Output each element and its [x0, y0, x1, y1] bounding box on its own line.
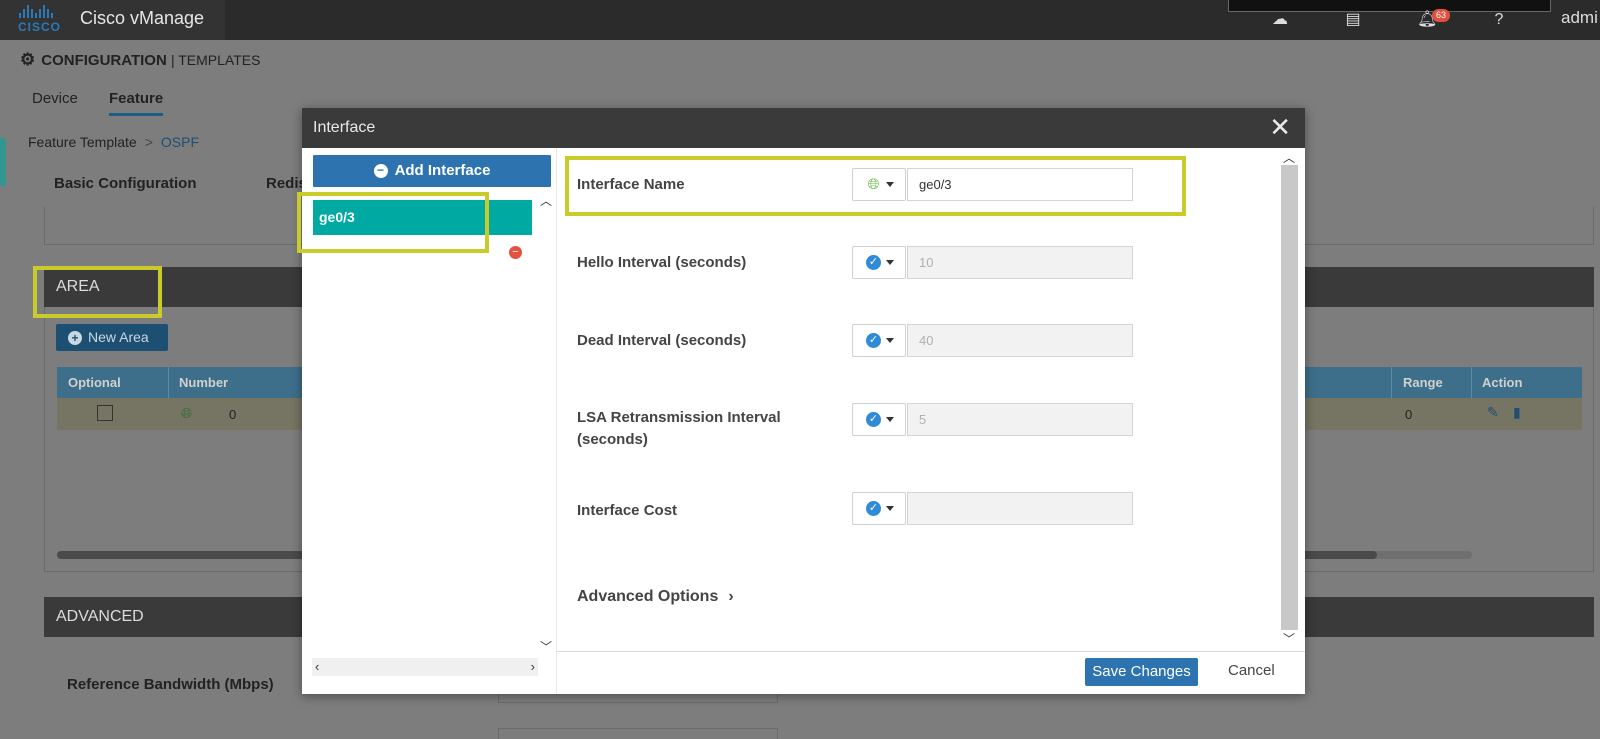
- save-changes-button[interactable]: Save Changes: [1085, 658, 1198, 686]
- clipboard-icon[interactable]: ▤: [1344, 11, 1362, 29]
- subtab-basic-configuration[interactable]: Basic Configuration: [54, 175, 197, 192]
- cancel-button[interactable]: Cancel: [1228, 662, 1275, 679]
- interface-form: Interface Name 🌐︎ ge0/3 Hello Interval (…: [557, 148, 1278, 651]
- column-action: Action: [1482, 375, 1523, 390]
- breadcrumb: Feature Template > OSPF: [28, 134, 200, 150]
- lsa-retransmission-label: LSA Retransmission Interval (seconds): [577, 409, 781, 448]
- tab-device[interactable]: Device: [32, 90, 78, 107]
- caret-down-icon: [886, 260, 894, 265]
- scroll-left-icon[interactable]: ‹: [315, 659, 319, 674]
- dead-interval-scope-dropdown[interactable]: ✓: [852, 324, 906, 357]
- delete-icon[interactable]: ▮: [1513, 404, 1521, 421]
- advanced-options-toggle[interactable]: Advanced Options ›: [577, 588, 734, 606]
- interface-cost-label: Interface Cost: [577, 502, 678, 519]
- scroll-up-icon[interactable]: ︿: [540, 192, 552, 209]
- column-range: Range: [1403, 375, 1443, 390]
- optional-checkbox[interactable]: [97, 405, 113, 421]
- dead-interval-input[interactable]: 40: [907, 324, 1133, 357]
- subtab-redistribute[interactable]: Redis: [266, 175, 307, 192]
- modal-footer-divider: [557, 651, 1305, 652]
- highlight-interface-item: [297, 192, 489, 253]
- scroll-up-icon[interactable]: ︿: [1283, 149, 1295, 166]
- scroll-down-icon[interactable]: ﹀: [540, 638, 552, 655]
- globe-icon[interactable]: 🌐︎: [181, 405, 192, 422]
- page-title: ⚙ CONFIGURATION | TEMPLATES: [20, 50, 261, 69]
- top-bar: CISCO Cisco vManage ☁ ▤ 🔔︎ 63 ? admi: [0, 0, 1600, 40]
- hello-interval-label: Hello Interval (seconds): [577, 254, 747, 271]
- interface-cost-input[interactable]: [907, 492, 1133, 525]
- highlight-interface-name: [565, 156, 1186, 216]
- highlight-area-heading: [33, 266, 162, 318]
- lsa-retransmission-scope-dropdown[interactable]: ✓: [852, 403, 906, 436]
- hello-interval-scope-dropdown[interactable]: ✓: [852, 246, 906, 279]
- caret-down-icon: [886, 338, 894, 343]
- brand-area: CISCO Cisco vManage: [0, 0, 225, 40]
- advanced-next-field[interactable]: [498, 728, 778, 739]
- tab-feature[interactable]: Feature: [109, 90, 164, 116]
- cisco-logo-text: CISCO: [18, 20, 62, 34]
- modal-title: Interface: [313, 119, 376, 136]
- hello-interval-input[interactable]: 10: [907, 246, 1133, 279]
- help-icon[interactable]: ?: [1490, 11, 1508, 29]
- caret-down-icon: [886, 506, 894, 511]
- lsa-retransmission-input[interactable]: 5: [907, 403, 1133, 436]
- area-number: 0: [229, 407, 237, 422]
- check-icon: ✓: [866, 412, 881, 427]
- breadcrumb-parent[interactable]: Feature Template: [28, 134, 137, 150]
- new-area-button[interactable]: + New Area: [56, 324, 168, 351]
- check-icon: ✓: [866, 255, 881, 270]
- reference-bandwidth-label: Reference Bandwidth (Mbps): [67, 676, 274, 693]
- form-scroll-thumb[interactable]: [1281, 165, 1298, 630]
- left-accent-bar: [0, 138, 6, 186]
- notification-badge: 63: [1432, 9, 1450, 22]
- feature-subtabs: Basic Configuration Redis: [54, 175, 307, 192]
- interface-list-horizontal-scrollbar[interactable]: ‹ ›: [312, 658, 538, 676]
- plus-icon: +: [68, 331, 82, 345]
- edit-icon[interactable]: ✎: [1487, 404, 1499, 421]
- gear-icon: ⚙: [20, 50, 36, 69]
- interface-list-vertical-scrollbar[interactable]: ︿ ﹀: [536, 188, 556, 688]
- remove-interface-icon[interactable]: −: [509, 246, 522, 259]
- add-interface-button[interactable]: − Add Interface: [313, 155, 551, 187]
- close-icon[interactable]: ✕: [1269, 114, 1291, 140]
- scroll-right-icon[interactable]: ›: [531, 659, 535, 674]
- cloud-icon[interactable]: ☁: [1271, 11, 1289, 29]
- check-icon: ✓: [866, 501, 881, 516]
- modal-header: Interface ✕: [302, 108, 1305, 148]
- check-icon: ✓: [866, 333, 881, 348]
- scroll-down-icon[interactable]: ﹀: [1283, 630, 1295, 647]
- app-name: Cisco vManage: [80, 8, 205, 28]
- interface-cost-scope-dropdown[interactable]: ✓: [852, 492, 906, 525]
- breadcrumb-current[interactable]: OSPF: [161, 134, 199, 150]
- form-vertical-scrollbar[interactable]: ︿ ﹀: [1278, 148, 1298, 651]
- cisco-logo: CISCO: [18, 4, 70, 34]
- column-number: Number: [179, 375, 229, 390]
- caret-down-icon: [886, 417, 894, 422]
- column-optional: Optional: [68, 375, 121, 390]
- chevron-right-icon: ›: [728, 588, 734, 605]
- area-range: 0: [1405, 407, 1413, 422]
- minus-circle-icon: −: [373, 164, 388, 179]
- dead-interval-label: Dead Interval (seconds): [577, 332, 747, 349]
- user-menu[interactable]: admi: [1561, 8, 1598, 28]
